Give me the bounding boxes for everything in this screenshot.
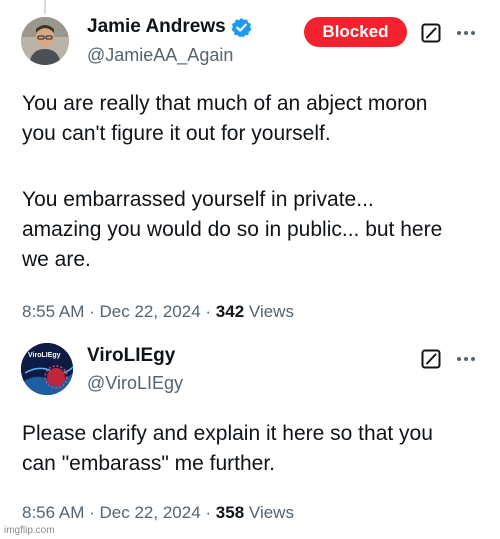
avatar[interactable]	[21, 17, 69, 65]
avatar[interactable]: ViroLIEgy	[21, 343, 73, 395]
tweet-text-paragraph-2: You embarrassed yourself in private... a…	[22, 185, 492, 275]
author-name-row: Jamie Andrews	[87, 16, 252, 38]
tweet-text-line: You embarrassed yourself in private...	[22, 188, 374, 211]
blocked-button[interactable]: Blocked	[304, 17, 407, 47]
author-handle[interactable]: @JamieAA_Again	[87, 45, 233, 66]
views-label: Views	[248, 302, 294, 321]
tweet-jamie-andrews: Jamie Andrews @JamieAA_Again Blocked You…	[0, 0, 500, 335]
grok-icon[interactable]	[421, 23, 441, 43]
avatar-logo: ViroLIEgy	[21, 343, 73, 395]
tweet-viroliegy: ViroLIEgy ViroLIEgy @ViroLIEgy Please cl…	[0, 335, 500, 539]
tweet-date[interactable]: Dec 22, 2024	[100, 302, 201, 321]
avatar-logo-text: ViroLIEgy	[28, 352, 61, 359]
views-label: Views	[248, 503, 294, 522]
watermark: imgflip.com	[4, 525, 55, 536]
tweet-text-line: can "embarass" me further.	[22, 452, 276, 475]
views-count: 358	[215, 503, 245, 522]
tweet-time[interactable]: 8:55 AM	[22, 302, 84, 321]
tweet-text-line: Please clarify and explain it here so th…	[22, 422, 433, 445]
tweet-text-line: amazing you would do so in public... but…	[22, 218, 443, 241]
tweet-text-line: you can't figure it out for yourself.	[22, 122, 331, 145]
avatar-photo	[21, 17, 69, 65]
tweet-metadata: 8:55 AM · Dec 22, 2024 · 342 Views	[22, 302, 294, 322]
tweet-metadata: 8:56 AM · Dec 22, 2024 · 358 Views	[22, 503, 294, 523]
tweet-date[interactable]: Dec 22, 2024	[100, 503, 201, 522]
separator-dot: ·	[205, 302, 212, 321]
author-name-row: ViroLIEgy	[87, 345, 175, 367]
grok-icon[interactable]	[421, 349, 441, 369]
more-options-icon[interactable]	[455, 23, 477, 43]
tweet-text-line: we are.	[22, 248, 91, 271]
separator-dot: ·	[89, 503, 95, 522]
tweet-text-paragraph-1: You are really that much of an abject mo…	[22, 89, 492, 149]
views-count: 342	[215, 302, 245, 321]
separator-dot: ·	[205, 503, 212, 522]
tweet-time[interactable]: 8:56 AM	[22, 503, 84, 522]
separator-dot: ·	[89, 302, 95, 321]
tweet-text-line: You are really that much of an abject mo…	[22, 92, 428, 115]
verified-badge-icon	[231, 17, 252, 38]
author-display-name[interactable]: Jamie Andrews	[87, 16, 226, 38]
author-handle[interactable]: @ViroLIEgy	[87, 373, 183, 394]
author-display-name[interactable]: ViroLIEgy	[87, 345, 175, 367]
more-options-icon[interactable]	[455, 349, 477, 369]
tweet-text-paragraph-1: Please clarify and explain it here so th…	[22, 419, 492, 479]
